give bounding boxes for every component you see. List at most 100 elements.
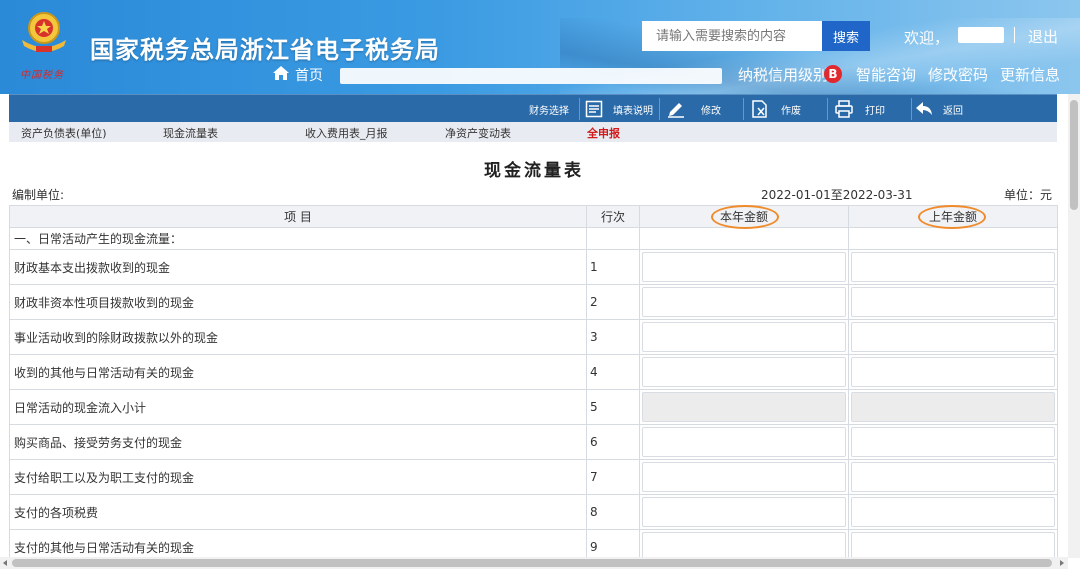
previous-amount-input[interactable]	[851, 252, 1055, 282]
vertical-scrollbar[interactable]	[1068, 94, 1080, 558]
report-toolbar: 财务选择 填表说明 修改 作废 打印 返回	[9, 94, 1057, 122]
finance-select-label: 财务选择	[529, 105, 569, 117]
report-unit: 单位：元	[1004, 188, 1053, 202]
current-amount-input[interactable]	[642, 322, 846, 352]
toolbar-divider	[743, 98, 744, 120]
col-header-row: 行次	[586, 205, 640, 228]
table-row: 购买商品、接受劳务支付的现金 6	[9, 424, 1058, 460]
tab-cash-flow[interactable]: 现金流量表	[163, 125, 218, 141]
current-amount-input[interactable]	[642, 462, 846, 492]
row-item-label: 财政基本支出拨款收到的现金	[9, 249, 587, 285]
current-amount-input[interactable]	[642, 497, 846, 527]
username-redacted	[958, 27, 1004, 43]
table-row: 财政基本支出拨款收到的现金 1	[9, 249, 1058, 285]
previous-amount-input[interactable]	[851, 427, 1055, 457]
toolbar-divider	[827, 98, 828, 120]
current-amount-input[interactable]	[642, 427, 846, 457]
row-item-label: 日常活动的现金流入小计	[9, 389, 587, 425]
table-header-row: 项 目 行次 本年金额 上年金额	[9, 205, 1058, 228]
row-number: 4	[586, 354, 640, 390]
welcome-text: 欢迎，	[904, 29, 950, 47]
home-link[interactable]: 首页	[295, 65, 323, 85]
void-button[interactable]: 作废	[751, 95, 801, 123]
site-title: 国家税务总局浙江省电子税务局	[90, 36, 440, 64]
compiler-label: 编制单位:	[12, 188, 65, 202]
previous-amount-input[interactable]	[851, 357, 1055, 387]
row-item-label: 支付给职工以及为职工支付的现金	[9, 459, 587, 495]
toolbar-divider	[579, 98, 580, 120]
previous-amount-input[interactable]	[851, 287, 1055, 317]
search-button[interactable]: 搜索	[822, 21, 870, 51]
table-row: 日常活动的现金流入小计 5	[9, 389, 1058, 425]
table-row: 事业活动收到的除财政拨款以外的现金 3	[9, 319, 1058, 355]
header-separator	[1014, 27, 1015, 43]
row-item-label: 购买商品、接受劳务支付的现金	[9, 424, 587, 460]
row-item-label: 收到的其他与日常活动有关的现金	[9, 354, 587, 390]
vertical-scroll-thumb[interactable]	[1070, 100, 1078, 210]
row-number: 7	[586, 459, 640, 495]
row-item-label: 支付的各项税费	[9, 494, 587, 530]
edit-button[interactable]: 修改	[667, 95, 721, 123]
row-number: 6	[586, 424, 640, 460]
smart-consult-link[interactable]: 智能咨询	[856, 64, 916, 85]
highlight-circle-previous	[918, 205, 986, 229]
emblem-subtitle: 中国税务	[20, 70, 64, 81]
edit-label: 修改	[701, 105, 721, 117]
horizontal-scroll-thumb[interactable]	[12, 559, 1052, 567]
void-label: 作废	[781, 105, 801, 117]
toolbar-divider	[659, 98, 660, 120]
table-row: 支付的各项税费 8	[9, 494, 1058, 530]
change-password-link[interactable]: 修改密码	[928, 64, 988, 85]
tab-balance-sheet[interactable]: 资产负债表(单位)	[21, 125, 107, 141]
site-header: 中国税务 国家税务总局浙江省电子税务局 搜索 欢迎， 退出 首页 纳税信用级别 …	[0, 0, 1080, 94]
logout-link[interactable]: 退出	[1028, 26, 1058, 47]
row-item-label: 财政非资本性项目拨款收到的现金	[9, 284, 587, 320]
row-number: 8	[586, 494, 640, 530]
col-header-item: 项 目	[9, 205, 587, 228]
search-input[interactable]	[642, 21, 822, 51]
back-arrow-icon	[916, 102, 932, 115]
tab-net-assets[interactable]: 净资产变动表	[445, 125, 511, 141]
breadcrumb-redacted	[340, 68, 722, 84]
report-tabs: 资产负债表(单位) 现金流量表 收入费用表_月报 净资产变动表 全申报	[9, 122, 1057, 142]
row-item-label: 事业活动收到的除财政拨款以外的现金	[9, 319, 587, 355]
home-icon[interactable]	[272, 65, 290, 81]
pencil-icon	[668, 103, 684, 118]
fill-guide-button[interactable]: 填表说明	[585, 95, 653, 123]
table-row: 支付给职工以及为职工支付的现金 7	[9, 459, 1058, 495]
table-row: 收到的其他与日常活动有关的现金 4	[9, 354, 1058, 390]
toolbar-divider	[911, 98, 912, 120]
tab-income-expense[interactable]: 收入费用表_月报	[305, 125, 388, 141]
update-info-link[interactable]: 更新信息	[1000, 64, 1060, 85]
tab-full-declare[interactable]: 全申报	[587, 125, 620, 141]
void-document-icon	[752, 100, 767, 118]
scroll-right-icon[interactable]	[1060, 560, 1064, 566]
current-amount-input[interactable]	[642, 357, 846, 387]
document-list-icon	[585, 100, 603, 118]
back-label: 返回	[943, 105, 963, 117]
scroll-left-icon[interactable]	[3, 560, 7, 566]
report-period: 2022-01-01至2022-03-31	[761, 188, 913, 202]
horizontal-scrollbar[interactable]	[0, 557, 1068, 569]
row-number: 3	[586, 319, 640, 355]
previous-amount-input[interactable]	[851, 322, 1055, 352]
tax-emblem-icon	[22, 12, 66, 52]
current-amount-input[interactable]	[642, 252, 846, 282]
previous-amount-input	[851, 392, 1055, 422]
section-title: 一、日常活动产生的现金流量：	[9, 227, 587, 250]
fill-guide-label: 填表说明	[613, 105, 653, 117]
report-title: 现金流量表	[484, 161, 584, 181]
credit-level-link[interactable]: 纳税信用级别	[738, 64, 828, 85]
table-row: 财政非资本性项目拨款收到的现金 2	[9, 284, 1058, 320]
current-amount-input[interactable]	[642, 287, 846, 317]
previous-amount-input[interactable]	[851, 462, 1055, 492]
printer-icon	[835, 100, 853, 118]
current-amount-input	[642, 392, 846, 422]
credit-level-badge: B	[824, 65, 842, 83]
print-label: 打印	[865, 105, 885, 117]
section-row: 一、日常活动产生的现金流量：	[9, 227, 1058, 250]
print-button[interactable]: 打印	[835, 95, 885, 123]
finance-select-button[interactable]: 财务选择	[529, 95, 569, 123]
back-button[interactable]: 返回	[915, 95, 963, 123]
previous-amount-input[interactable]	[851, 497, 1055, 527]
